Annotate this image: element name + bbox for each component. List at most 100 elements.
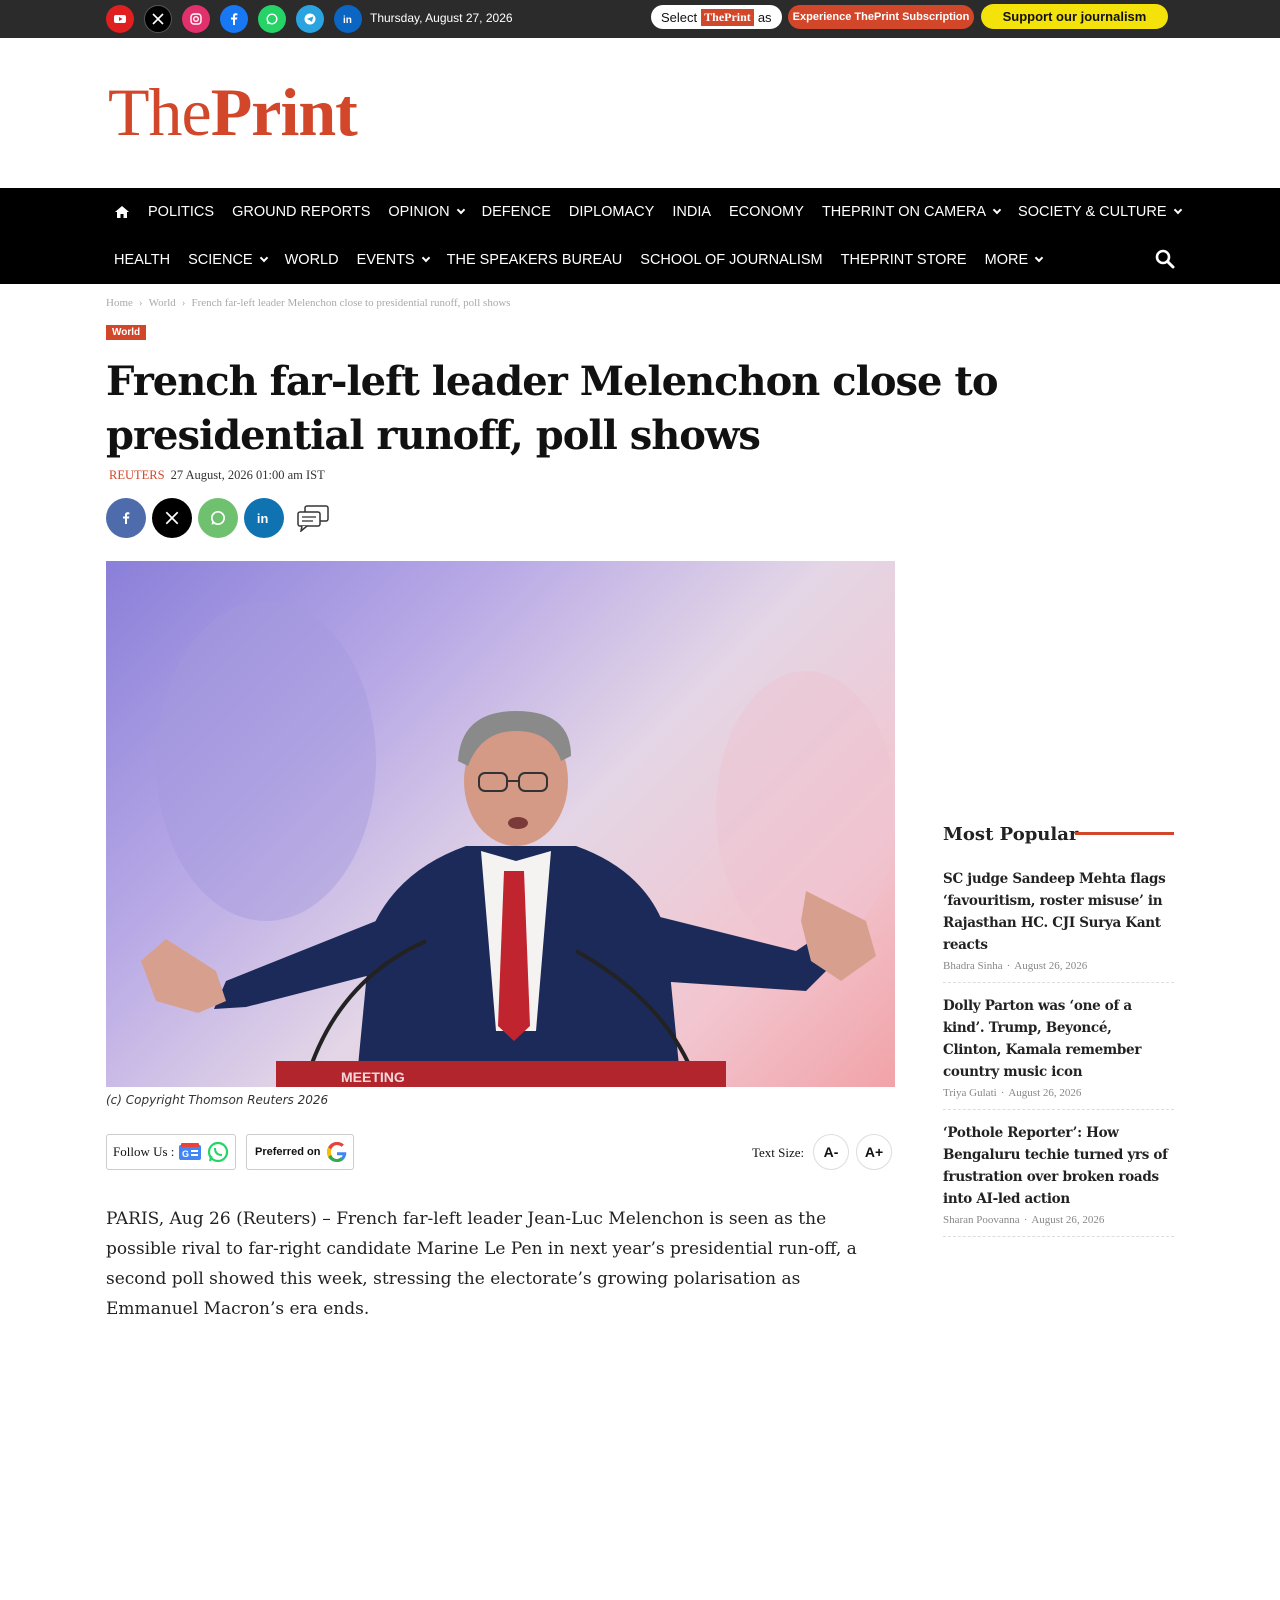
nav-school-of-journalism[interactable]: SCHOOL OF JOURNALISM [640, 252, 822, 268]
breadcrumb-current: French far-left leader Melenchon close t… [191, 297, 511, 309]
breadcrumb-home[interactable]: Home [106, 297, 133, 309]
whatsapp-share-button[interactable] [198, 498, 238, 538]
increase-text-button[interactable]: A+ [856, 1134, 892, 1170]
search-icon[interactable] [1154, 248, 1176, 270]
x-icon[interactable] [144, 5, 172, 33]
chevron-down-icon [259, 253, 268, 263]
facebook-share-button[interactable] [106, 498, 146, 538]
subscription-button[interactable]: Experience ThePrint Subscription [788, 5, 974, 29]
instagram-icon[interactable] [182, 5, 210, 33]
breadcrumb-section[interactable]: World [149, 297, 176, 309]
follow-us-label: Follow Us : [113, 1144, 175, 1159]
chevron-down-icon [421, 253, 430, 263]
preferred-on-google-button[interactable]: Preferred on [246, 1134, 354, 1170]
text-size-label: Text Size: [752, 1145, 805, 1160]
article-body: PARIS, Aug 26 (Reuters) – French far-lef… [106, 1209, 857, 1319]
select-suffix: as [757, 9, 772, 25]
chevron-down-icon [1034, 253, 1044, 263]
home-icon[interactable] [114, 205, 130, 219]
google-news-icon[interactable]: G [178, 1142, 202, 1162]
meta-separator: · [1000, 1087, 1005, 1099]
nav-row-1: POLITICS GROUND REPORTS OPINION DEFENCE … [114, 188, 1199, 236]
whatsapp-icon[interactable] [206, 1140, 230, 1164]
popular-meta: Triya Gulati · August 26, 2026 [943, 1087, 1174, 1099]
category-badge[interactable]: World [106, 325, 147, 340]
nav-theprint-on-camera[interactable]: THEPRINT ON CAMERA [822, 204, 1002, 220]
nav-ground-reports[interactable]: GROUND REPORTS [232, 204, 370, 220]
nav-science[interactable]: SCIENCE [188, 252, 268, 268]
popular-meta: Bhadra Sinha · August 26, 2026 [943, 960, 1174, 972]
hero-image: MEETING [106, 561, 895, 1087]
article-title: French far-left leader Melenchon close t… [106, 358, 999, 459]
chevron-down-icon [1173, 205, 1182, 215]
popular-author[interactable]: Bhadra Sinha [943, 960, 1003, 972]
popular-headline-link[interactable]: ‘Pothole Reporter’: How Bengaluru techie… [943, 1122, 1174, 1210]
nav-more[interactable]: MORE [985, 252, 1044, 268]
svg-text:in: in [257, 511, 269, 526]
select-prefix: Select [661, 9, 698, 25]
nav-society-culture[interactable]: SOCIETY & CULTURE [1018, 204, 1182, 220]
logo-part-the: The [108, 74, 212, 150]
site-logo[interactable]: ThePrint [108, 78, 358, 146]
decrease-text-button[interactable]: A- [813, 1134, 849, 1170]
share-row: in [106, 498, 330, 538]
meta-separator: · [1006, 960, 1011, 972]
whatsapp-icon[interactable] [258, 5, 286, 33]
nav-events[interactable]: EVENTS [357, 252, 430, 268]
popular-date: August 26, 2026 [1014, 960, 1088, 972]
politician-at-podium-photo: MEETING [141, 601, 895, 1087]
facebook-icon[interactable] [220, 5, 248, 33]
current-date: Thursday, August 27, 2026 [370, 11, 513, 25]
author-link[interactable]: REUTERS [109, 468, 165, 483]
nav-speakers-bureau[interactable]: THE SPEAKERS BUREAU [447, 252, 623, 268]
select-brand: ThePrint [701, 8, 754, 26]
top-bar: in Thursday, August 27, 2026 Select TheP… [0, 0, 1280, 38]
x-share-button[interactable] [152, 498, 192, 538]
most-popular-list: SC judge Sandeep Mehta flags ‘favouritis… [943, 868, 1174, 1249]
popular-date: August 26, 2026 [1031, 1214, 1105, 1226]
most-popular-title: Most Popular [943, 824, 1079, 845]
svg-text:G: G [182, 1149, 189, 1159]
youtube-icon[interactable] [106, 5, 134, 33]
google-icon [327, 1142, 347, 1162]
nav-india[interactable]: INDIA [672, 204, 711, 220]
popular-headline-link[interactable]: SC judge Sandeep Mehta flags ‘favouritis… [943, 868, 1174, 956]
list-item: Dolly Parton was ‘one of a kind’. Trump,… [943, 995, 1174, 1110]
list-item: SC judge Sandeep Mehta flags ‘favouritis… [943, 868, 1174, 983]
popular-author[interactable]: Triya Gulati [943, 1087, 997, 1099]
nav-politics[interactable]: POLITICS [148, 204, 214, 220]
breadcrumb: Home › World › French far-left leader Me… [106, 297, 511, 309]
logo-part-print: Print [210, 74, 358, 150]
whatsapp-icon [210, 510, 226, 526]
nav-theprint-store[interactable]: THEPRINT STORE [841, 252, 967, 268]
chevron-down-icon [992, 205, 1002, 215]
breadcrumb-separator: › [181, 297, 186, 309]
nav-opinion[interactable]: OPINION [388, 204, 465, 220]
popular-meta: Sharan Poovanna · August 26, 2026 [943, 1214, 1174, 1226]
popular-author[interactable]: Sharan Poovanna [943, 1214, 1020, 1226]
support-button[interactable]: Support our journalism [981, 4, 1168, 29]
linkedin-icon[interactable]: in [334, 5, 362, 33]
popular-date: August 26, 2026 [1008, 1087, 1082, 1099]
follow-us-box[interactable]: Follow Us : G [106, 1134, 236, 1170]
nav-health[interactable]: HEALTH [114, 252, 170, 268]
comment-icon[interactable] [296, 504, 330, 532]
svg-text:in: in [343, 15, 352, 26]
chevron-down-icon [456, 205, 465, 215]
nav-diplomacy[interactable]: DIPLOMACY [569, 204, 654, 220]
x-icon [165, 511, 179, 525]
publish-date: 27 August, 2026 01:00 am IST [170, 468, 325, 482]
byline: REUTERS 27 August, 2026 01:00 am IST [109, 468, 325, 483]
linkedin-share-button[interactable]: in [244, 498, 284, 538]
telegram-icon[interactable] [296, 5, 324, 33]
preferred-on-label: Preferred on [255, 1146, 321, 1158]
nav-row-2: HEALTH SCIENCE WORLD EVENTS THE SPEAKERS… [114, 236, 1060, 284]
podium-text: MEETING [341, 1069, 405, 1085]
nav-defence[interactable]: DEFENCE [482, 204, 551, 220]
most-popular-divider [1075, 832, 1174, 835]
list-item: ‘Pothole Reporter’: How Bengaluru techie… [943, 1122, 1174, 1237]
nav-world[interactable]: WORLD [285, 252, 339, 268]
select-source-button[interactable]: Select ThePrint as [651, 5, 782, 29]
nav-economy[interactable]: ECONOMY [729, 204, 804, 220]
popular-headline-link[interactable]: Dolly Parton was ‘one of a kind’. Trump,… [943, 995, 1174, 1083]
